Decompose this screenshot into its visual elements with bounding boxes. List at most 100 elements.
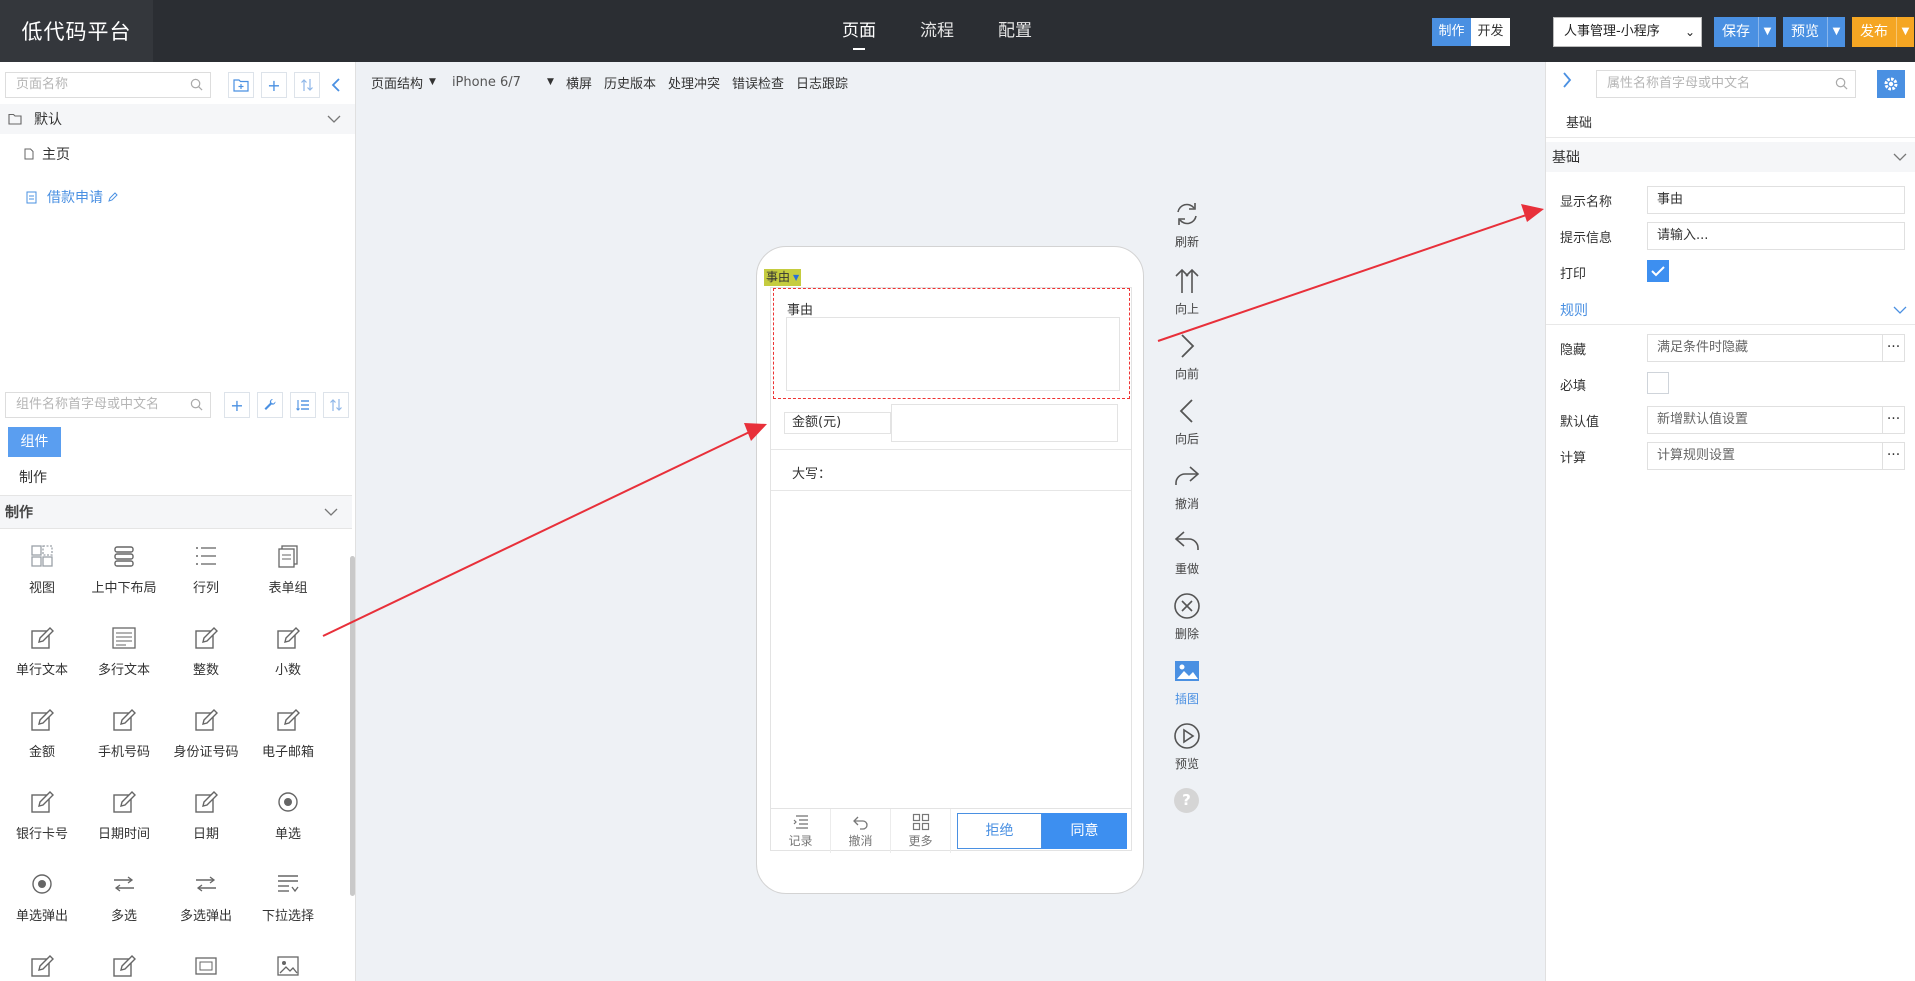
component-视图[interactable]: 视图 [1,533,83,599]
component-多行文本[interactable]: 多行文本 [83,615,165,681]
log-trace-button[interactable]: 日志跟踪 [796,73,848,92]
component-银行卡号[interactable]: 银行卡号 [1,779,83,845]
more-button[interactable]: 更多 [891,809,951,853]
device-dropdown[interactable]: iPhone 6/7 ▼ [452,75,554,90]
selected-component-tag[interactable]: 事由 ▼ [764,269,802,286]
move-up-label: 向上 [1174,302,1199,316]
component-上中下布局[interactable]: 上中下布局 [83,533,165,599]
move-forward-button[interactable]: 向前 [1162,332,1212,392]
app-select[interactable]: 人事管理-小程序 ⌄ [1553,17,1702,47]
left-scrollbar[interactable] [350,556,355,896]
required-checkbox[interactable] [1647,372,1669,394]
component-金额[interactable]: 金额 [1,697,83,763]
collapse-left-button[interactable] [323,72,349,98]
move-up-button[interactable]: 向上 [1162,267,1212,327]
add-component-button[interactable]: + [224,392,250,418]
nav-tab-flow[interactable]: 流程 [898,0,976,62]
component-身份证号码[interactable]: 身份证号码 [165,697,247,763]
hint-input[interactable]: 请输入... [1647,222,1905,250]
component-item-21[interactable] [83,943,165,981]
nav-tab-config[interactable]: 配置 [976,0,1054,62]
help-icon[interactable]: ? [1174,788,1199,813]
component-category-bar[interactable]: 制作 [0,495,352,529]
component-item-22[interactable] [165,943,247,981]
insert-image-button[interactable]: 插图 [1162,657,1212,717]
component-单选[interactable]: 单选 [247,779,329,845]
delete-button[interactable]: 删除 [1162,592,1212,652]
phone-screen: 事由 金额(元) 大写： 记录 撤消 更多 拒绝 同意 [770,287,1132,853]
component-settings-button[interactable] [257,392,283,418]
component-表单组[interactable]: 表单组 [247,533,329,599]
publish-button[interactable]: 发布 [1852,17,1896,47]
amount-field[interactable]: 金额(元) [771,400,1131,450]
preview-dropdown-caret-icon[interactable]: ▼ [1827,17,1845,47]
mode-make-button[interactable]: 制作 [1432,18,1471,46]
component-日期时间[interactable]: 日期时间 [83,779,165,845]
calc-more-button[interactable]: ··· [1883,442,1905,470]
tab-basic[interactable]: 基础 [1566,112,1592,131]
refresh-button[interactable]: 刷新 [1162,200,1212,260]
component-日期[interactable]: 日期 [165,779,247,845]
save-button[interactable]: 保存 [1714,17,1758,47]
component-下拉选择[interactable]: 下拉选择 [247,861,329,927]
move-back-button[interactable]: 向后 [1162,397,1212,457]
add-folder-button[interactable] [228,72,254,98]
section-rules-header[interactable]: 规则 [1546,295,1915,325]
amount-input[interactable] [891,404,1118,442]
component-单行文本[interactable]: 单行文本 [1,615,83,681]
redo-button[interactable]: 重做 [1162,527,1212,587]
tree-item-loan-request[interactable]: 借款申请 [26,187,118,207]
reason-field[interactable]: 事由 [773,288,1130,399]
caret-down-icon[interactable]: ▼ [793,269,799,286]
reason-textarea[interactable] [786,317,1120,391]
sort-components-button[interactable] [323,392,349,418]
tree-group-default[interactable]: 默认 [0,104,355,134]
component-手机号码[interactable]: 手机号码 [83,697,165,763]
component-item-23[interactable] [247,943,329,981]
component-list-button[interactable] [290,392,316,418]
resolve-conflict-button[interactable]: 处理冲突 [668,73,720,92]
pencil-icon[interactable] [107,191,118,203]
component-item-20[interactable] [1,943,83,981]
agree-button[interactable]: 同意 [1042,813,1127,849]
component-电子邮箱[interactable]: 电子邮箱 [247,697,329,763]
component-行列[interactable]: 行列 [165,533,247,599]
amount-uppercase-field[interactable]: 大写： [771,451,1131,491]
mode-dev-button[interactable]: 开发 [1471,18,1510,46]
component-小数[interactable]: 小数 [247,615,329,681]
preview-tool-button[interactable]: 预览 [1162,722,1212,782]
component-search-input[interactable]: 组件名称首字母或中文名 [5,392,211,418]
display-name-input[interactable]: 事由 [1647,186,1905,214]
sort-pages-button[interactable] [294,72,320,98]
add-page-button[interactable]: + [261,72,287,98]
page-search-input[interactable]: 页面名称 [5,72,211,98]
property-settings-button[interactable] [1877,70,1905,98]
tab-components[interactable]: 组件 [8,427,61,457]
landscape-button[interactable]: 横屏 [566,73,592,92]
page-structure-dropdown[interactable]: 页面结构 ▼ [371,73,436,92]
error-check-button[interactable]: 错误检查 [732,73,784,92]
print-checkbox[interactable] [1647,260,1669,282]
default-value-input[interactable]: 新增默认值设置 [1647,406,1883,434]
save-dropdown-caret-icon[interactable]: ▼ [1758,17,1776,47]
withdraw-button[interactable]: 撤消 [831,809,891,853]
record-button[interactable]: 记录 [771,809,831,853]
nav-tab-page[interactable]: 页面 [820,0,898,62]
undo-button[interactable]: 撤消 [1162,462,1212,522]
reject-button[interactable]: 拒绝 [957,813,1042,849]
component-单选弹出[interactable]: 单选弹出 [1,861,83,927]
property-search-input[interactable]: 属性名称首字母或中文名 [1596,70,1856,98]
history-button[interactable]: 历史版本 [604,73,656,92]
default-value-more-button[interactable]: ··· [1883,406,1905,434]
component-多选[interactable]: 多选 [83,861,165,927]
tree-item-home[interactable]: 主页 [24,144,70,164]
section-basic-header[interactable]: 基础 [1546,142,1915,172]
publish-dropdown-caret-icon[interactable]: ▼ [1896,17,1914,47]
preview-button[interactable]: 预览 [1783,17,1827,47]
chevron-right-icon[interactable] [1562,72,1572,88]
component-多选弹出[interactable]: 多选弹出 [165,861,247,927]
component-整数[interactable]: 整数 [165,615,247,681]
hide-more-button[interactable]: ··· [1883,334,1905,362]
hide-condition-input[interactable]: 满足条件时隐藏 [1647,334,1883,362]
calc-rule-input[interactable]: 计算规则设置 [1647,442,1883,470]
